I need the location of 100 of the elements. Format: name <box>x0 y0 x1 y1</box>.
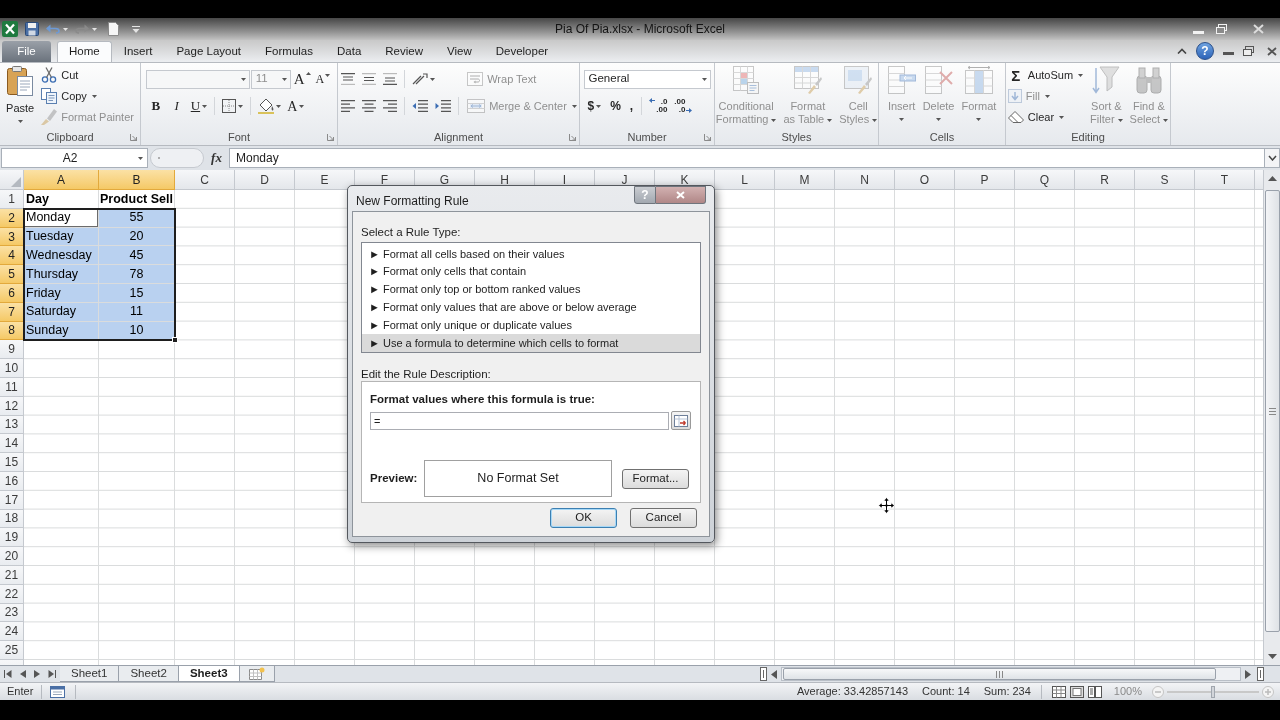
page-break-view-icon[interactable] <box>1087 685 1102 698</box>
ribbon-tab[interactable]: Formulas <box>253 41 325 62</box>
format-button[interactable]: Format... <box>622 468 689 489</box>
page-layout-view-icon[interactable] <box>1069 685 1084 698</box>
row-header[interactable]: 24 <box>0 622 24 642</box>
restore-icon[interactable] <box>1216 24 1227 34</box>
shrink-font-button[interactable]: A <box>313 69 333 89</box>
italic-button[interactable]: I <box>166 96 187 116</box>
expand-button[interactable] <box>1265 148 1280 168</box>
currency-button[interactable]: $ <box>583 96 606 116</box>
horizontal-scrollbar[interactable] <box>781 667 1241 681</box>
column-header[interactable]: B <box>99 170 175 190</box>
chevron-up-icon[interactable] <box>1177 48 1187 54</box>
row-header[interactable]: 9 <box>0 340 24 360</box>
cut-button[interactable]: Cut <box>39 65 81 85</box>
split-handle-icon[interactable] <box>1257 667 1264 681</box>
new-document-icon[interactable] <box>108 22 119 36</box>
dialog-launcher-icon[interactable] <box>704 133 711 141</box>
row-header[interactable]: 1 <box>0 190 24 209</box>
restore-icon[interactable] <box>1243 46 1254 56</box>
save-icon[interactable] <box>25 22 39 36</box>
insert-function-button[interactable]: fx <box>204 148 229 168</box>
spreadsheet-cell[interactable]: Wednesday <box>24 246 99 266</box>
next-sheet-icon[interactable] <box>34 670 40 678</box>
underline-button[interactable]: U <box>187 96 211 116</box>
sheet-tab[interactable]: Sheet1 <box>60 666 120 682</box>
dialog-launcher-icon[interactable] <box>130 133 137 141</box>
row-header[interactable]: 5 <box>0 265 24 284</box>
paste-button[interactable]: Paste <box>4 64 37 127</box>
scroll-thumb[interactable] <box>783 668 1216 680</box>
row-header[interactable]: 15 <box>0 453 24 472</box>
zoom-slider-thumb[interactable] <box>1211 685 1215 698</box>
ribbon-tab[interactable]: View <box>435 41 484 62</box>
split-handle-icon[interactable] <box>760 667 767 681</box>
ribbon-tab[interactable]: Data <box>325 41 374 62</box>
column-header[interactable]: T <box>1195 170 1255 190</box>
font-color-button[interactable]: A <box>285 96 307 116</box>
column-header[interactable]: Q <box>1015 170 1075 190</box>
row-header[interactable]: 14 <box>0 434 24 454</box>
spreadsheet-cell[interactable]: Thursday <box>24 265 99 284</box>
row-header[interactable]: 19 <box>0 528 24 548</box>
range-select-button[interactable] <box>671 411 691 430</box>
sheet-tab[interactable]: Sheet3 <box>178 666 240 682</box>
ribbon-tab[interactable]: Insert <box>111 41 165 62</box>
file-tab[interactable]: File <box>2 41 51 62</box>
scroll-right-icon[interactable] <box>1245 669 1251 679</box>
column-header[interactable]: D <box>235 170 295 190</box>
column-header[interactable]: S <box>1135 170 1195 190</box>
column-header[interactable]: O <box>895 170 955 190</box>
column-header[interactable]: P <box>955 170 1015 190</box>
row-header[interactable]: 10 <box>0 359 24 378</box>
formula-bar-handle-icon[interactable] <box>150 148 204 168</box>
ribbon-tab[interactable]: Page Layout <box>164 41 254 62</box>
decrease-decimal-button[interactable]: .00 .0 <box>671 96 696 116</box>
first-sheet-icon[interactable] <box>4 670 12 678</box>
ribbon-tab[interactable]: Review <box>373 41 435 62</box>
spreadsheet-cell[interactable]: 78 <box>99 265 175 284</box>
scroll-up-icon[interactable] <box>1267 176 1277 181</box>
column-header[interactable]: E <box>295 170 355 190</box>
percent-button[interactable]: % <box>606 96 625 116</box>
column-header[interactable]: A <box>24 170 99 190</box>
previous-sheet-icon[interactable] <box>20 670 26 678</box>
scroll-down-icon[interactable] <box>1267 654 1277 659</box>
clear-button[interactable]: Clear <box>1005 107 1067 127</box>
macro-recording-icon[interactable] <box>50 685 66 698</box>
dialog-launcher-icon[interactable] <box>569 133 576 141</box>
ok-button[interactable]: OK <box>550 508 617 528</box>
increase-decimal-button[interactable]: .0 .00 <box>646 96 671 116</box>
vertical-scrollbar[interactable] <box>1263 170 1280 665</box>
last-sheet-icon[interactable] <box>48 670 56 678</box>
row-header[interactable]: 20 <box>0 547 24 566</box>
customize-toolbar-icon[interactable] <box>132 25 140 33</box>
column-header[interactable]: L <box>715 170 775 190</box>
ribbon-tab[interactable]: Home <box>57 41 112 62</box>
number-format-combo[interactable]: General <box>583 69 711 89</box>
formula-input[interactable]: = <box>370 411 669 430</box>
column-header[interactable]: N <box>835 170 895 190</box>
scroll-left-icon[interactable] <box>771 669 777 679</box>
minimize-icon[interactable] <box>1193 30 1204 34</box>
dialog-launcher-icon[interactable] <box>327 133 334 141</box>
row-header[interactable]: 4 <box>0 246 24 266</box>
sheet-tab[interactable]: Sheet2 <box>119 666 179 682</box>
fill-handle-icon[interactable] <box>172 337 178 344</box>
column-header[interactable]: M <box>775 170 835 190</box>
copy-button[interactable]: Copy <box>39 86 99 106</box>
bold-button[interactable]: B <box>145 96 166 116</box>
name-box[interactable]: A2 <box>1 148 148 168</box>
grow-font-button[interactable]: A <box>291 69 313 89</box>
ribbon-tab[interactable]: Developer <box>483 41 561 62</box>
scroll-thumb[interactable] <box>1264 190 1280 632</box>
cancel-button[interactable]: Cancel <box>630 508 697 528</box>
close-icon[interactable] <box>1267 46 1277 56</box>
row-header[interactable]: 25 <box>0 641 24 660</box>
close-button[interactable] <box>656 186 706 204</box>
formula-field[interactable]: Monday <box>229 148 1265 168</box>
column-header[interactable]: C <box>175 170 235 190</box>
column-header[interactable]: R <box>1075 170 1135 190</box>
spreadsheet-cell[interactable]: 45 <box>99 246 175 266</box>
excel-logo-icon[interactable] <box>2 21 18 37</box>
normal-view-icon[interactable] <box>1051 685 1066 698</box>
